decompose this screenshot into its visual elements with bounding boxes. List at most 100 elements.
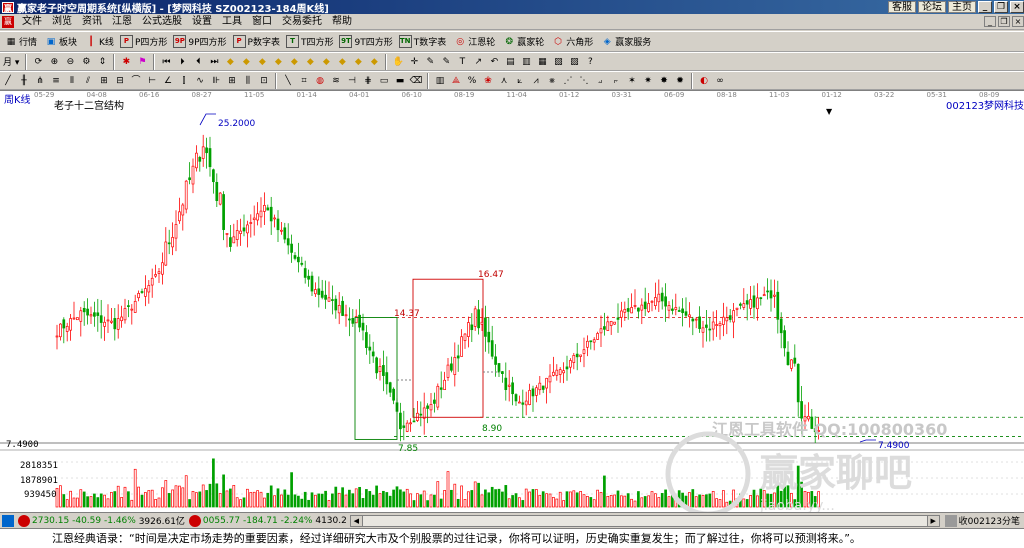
menu-gann[interactable]: 江恩 bbox=[107, 14, 137, 30]
table-icon[interactable]: ▥ bbox=[433, 74, 447, 88]
toolbar-hexagon-button[interactable]: ⬡ 六角形 bbox=[547, 33, 596, 51]
first-icon[interactable]: ⏮ bbox=[159, 55, 173, 69]
diamond-icon[interactable]: ◆ bbox=[319, 55, 333, 69]
toolbar-quotes-button[interactable]: ▦ 行情 bbox=[0, 33, 40, 51]
bars-icon[interactable]: ⊪ bbox=[209, 74, 223, 88]
dropdown-marker-icon[interactable]: ▼ bbox=[826, 107, 833, 116]
flag-icon[interactable]: ⚑ bbox=[135, 55, 149, 69]
box-icon[interactable]: ▬ bbox=[393, 74, 407, 88]
diamond-icon[interactable]: ◆ bbox=[255, 55, 269, 69]
wave-icon[interactable]: ≋ bbox=[329, 74, 343, 88]
toolbar-winner-wheel-button[interactable]: ❂ 赢家轮 bbox=[498, 33, 547, 51]
refresh-icon[interactable]: ⟳ bbox=[31, 55, 45, 69]
doc-window-icon[interactable]: 赢 bbox=[2, 15, 14, 28]
cursor-icon[interactable]: ⇕ bbox=[95, 55, 109, 69]
tool-icon[interactable]: ✱ bbox=[119, 55, 133, 69]
prev-icon[interactable]: ⏴ bbox=[191, 55, 205, 69]
diamond-icon[interactable]: ◆ bbox=[335, 55, 349, 69]
tick-list-icon[interactable] bbox=[944, 514, 957, 527]
zoom-in-icon[interactable]: ⊕ bbox=[47, 55, 61, 69]
diamond-icon[interactable]: ◆ bbox=[367, 55, 381, 69]
minimize-button[interactable]: _ bbox=[978, 1, 992, 13]
toolbar-p-square-button[interactable]: P P四方形 bbox=[117, 33, 170, 51]
toolbar-9p-square-button[interactable]: 9P 9P四方形 bbox=[170, 33, 229, 51]
last-icon[interactable]: ⏭ bbox=[207, 55, 221, 69]
pattern-icon[interactable]: ⟁ bbox=[449, 74, 463, 88]
angle-icon[interactable]: ∠ bbox=[161, 74, 175, 88]
doc-close-button[interactable]: × bbox=[1012, 16, 1024, 27]
gann-fan-icon[interactable]: ⨳ bbox=[545, 74, 559, 88]
angle-icon[interactable]: ⟀ bbox=[513, 74, 527, 88]
chart-canvas[interactable]: 05-29 04-08 06-16 08-27 11-05 01-14 04-01 06-10… bbox=[0, 90, 1024, 512]
toolbar-9t-square-button[interactable]: 9T 9T四方形 bbox=[336, 33, 395, 51]
menu-settings[interactable]: 设置 bbox=[187, 14, 217, 30]
toolbar-gann-wheel-button[interactable]: ◎ 江恩轮 bbox=[449, 33, 498, 51]
infinity-icon[interactable]: ∞ bbox=[713, 74, 727, 88]
wave-icon[interactable]: ⩘ bbox=[529, 74, 543, 88]
undo-icon[interactable]: ↶ bbox=[487, 55, 501, 69]
measure-icon[interactable]: ⊣ bbox=[345, 74, 359, 88]
pen-icon[interactable]: ✎ bbox=[423, 55, 437, 69]
link-forum[interactable]: 论坛 bbox=[918, 1, 946, 13]
toolbar-t-number-table-button[interactable]: TN T数字表 bbox=[396, 33, 450, 51]
pattern-icon[interactable]: ⟔ bbox=[609, 74, 623, 88]
help-icon[interactable]: ? bbox=[583, 55, 597, 69]
star-icon[interactable]: ✶ bbox=[625, 74, 639, 88]
diamond-icon[interactable]: ◆ bbox=[239, 55, 253, 69]
cycle-icon[interactable]: ⦀ bbox=[65, 74, 79, 88]
crosshair-icon[interactable]: ✛ bbox=[407, 55, 421, 69]
diamond-icon[interactable]: ◆ bbox=[351, 55, 365, 69]
next-icon[interactable]: ⏵ bbox=[175, 55, 189, 69]
diamond-icon[interactable]: ◆ bbox=[271, 55, 285, 69]
settings-icon[interactable]: ⚙ bbox=[79, 55, 93, 69]
arc-icon[interactable]: ⌒ bbox=[129, 74, 143, 88]
split-icon[interactable]: ⫿ bbox=[177, 74, 191, 88]
period-selector[interactable]: 月 ▾ bbox=[0, 53, 22, 71]
menu-browse[interactable]: 浏览 bbox=[47, 14, 77, 30]
arrow-icon[interactable]: ↗ bbox=[471, 55, 485, 69]
horizontal-scrollbar[interactable]: ◀ ▶ bbox=[349, 514, 940, 527]
pen-icon[interactable]: ✎ bbox=[439, 55, 453, 69]
toolbar-t-square-button[interactable]: T T四方形 bbox=[283, 33, 337, 51]
link-customer-service[interactable]: 客服 bbox=[888, 1, 916, 13]
pattern-icon[interactable]: ⟓ bbox=[593, 74, 607, 88]
menu-news[interactable]: 资讯 bbox=[77, 14, 107, 30]
menu-window[interactable]: 窗口 bbox=[247, 14, 277, 30]
diamond-icon[interactable]: ◆ bbox=[223, 55, 237, 69]
list-icon[interactable]: ▨ bbox=[567, 55, 581, 69]
scroll-left-button[interactable]: ◀ bbox=[350, 515, 363, 526]
line-tool-icon[interactable]: ╲ bbox=[281, 74, 295, 88]
fan-icon[interactable]: ⋏ bbox=[497, 74, 511, 88]
eraser-icon[interactable]: ⌫ bbox=[409, 74, 423, 88]
diamond-icon[interactable]: ◆ bbox=[303, 55, 317, 69]
color-wheel-icon[interactable]: ◐ bbox=[697, 74, 711, 88]
doc-restore-button[interactable]: ❐ bbox=[998, 16, 1010, 27]
menu-formula-screener[interactable]: 公式选股 bbox=[137, 14, 187, 30]
fan-icon[interactable]: ⋕ bbox=[361, 74, 375, 88]
menu-trade[interactable]: 交易委托 bbox=[277, 14, 327, 30]
toolbar-kline-button[interactable]: ┃ K线 bbox=[80, 33, 117, 51]
link-homepage[interactable]: 主页 bbox=[948, 1, 976, 13]
diamond-icon[interactable]: ◆ bbox=[287, 55, 301, 69]
frame-icon[interactable]: ⊡ bbox=[257, 74, 271, 88]
chart-icon[interactable]: ▧ bbox=[551, 55, 565, 69]
lines-icon[interactable]: ⋱ bbox=[577, 74, 591, 88]
close-button[interactable]: × bbox=[1010, 1, 1024, 13]
tick-detail-label[interactable]: 收002123分笔 bbox=[959, 514, 1020, 527]
toolbar-service-button[interactable]: ◈ 赢家服务 bbox=[596, 33, 654, 51]
window-icon[interactable]: ▤ bbox=[503, 55, 517, 69]
hand-icon[interactable]: ✋ bbox=[391, 55, 405, 69]
grid-icon[interactable] bbox=[2, 514, 14, 527]
channel-icon[interactable]: ⫽ bbox=[81, 74, 95, 88]
columns-icon[interactable]: ⫼ bbox=[241, 74, 255, 88]
fibonacci-icon[interactable]: ≡ bbox=[49, 74, 63, 88]
grid-tool-icon[interactable]: ⊞ bbox=[97, 74, 111, 88]
toolbar-sectors-button[interactable]: ▣ 板块 bbox=[40, 33, 80, 51]
zoom-out-icon[interactable]: ⊖ bbox=[63, 55, 77, 69]
spiral-icon[interactable]: ◍ bbox=[313, 74, 327, 88]
line-tool-icon[interactable]: ╱ bbox=[1, 74, 15, 88]
measure-icon[interactable]: ⊢ bbox=[145, 74, 159, 88]
text-tool-icon[interactable]: T bbox=[455, 55, 469, 69]
doc-minimize-button[interactable]: _ bbox=[984, 16, 996, 27]
spiral-icon[interactable]: ❀ bbox=[481, 74, 495, 88]
